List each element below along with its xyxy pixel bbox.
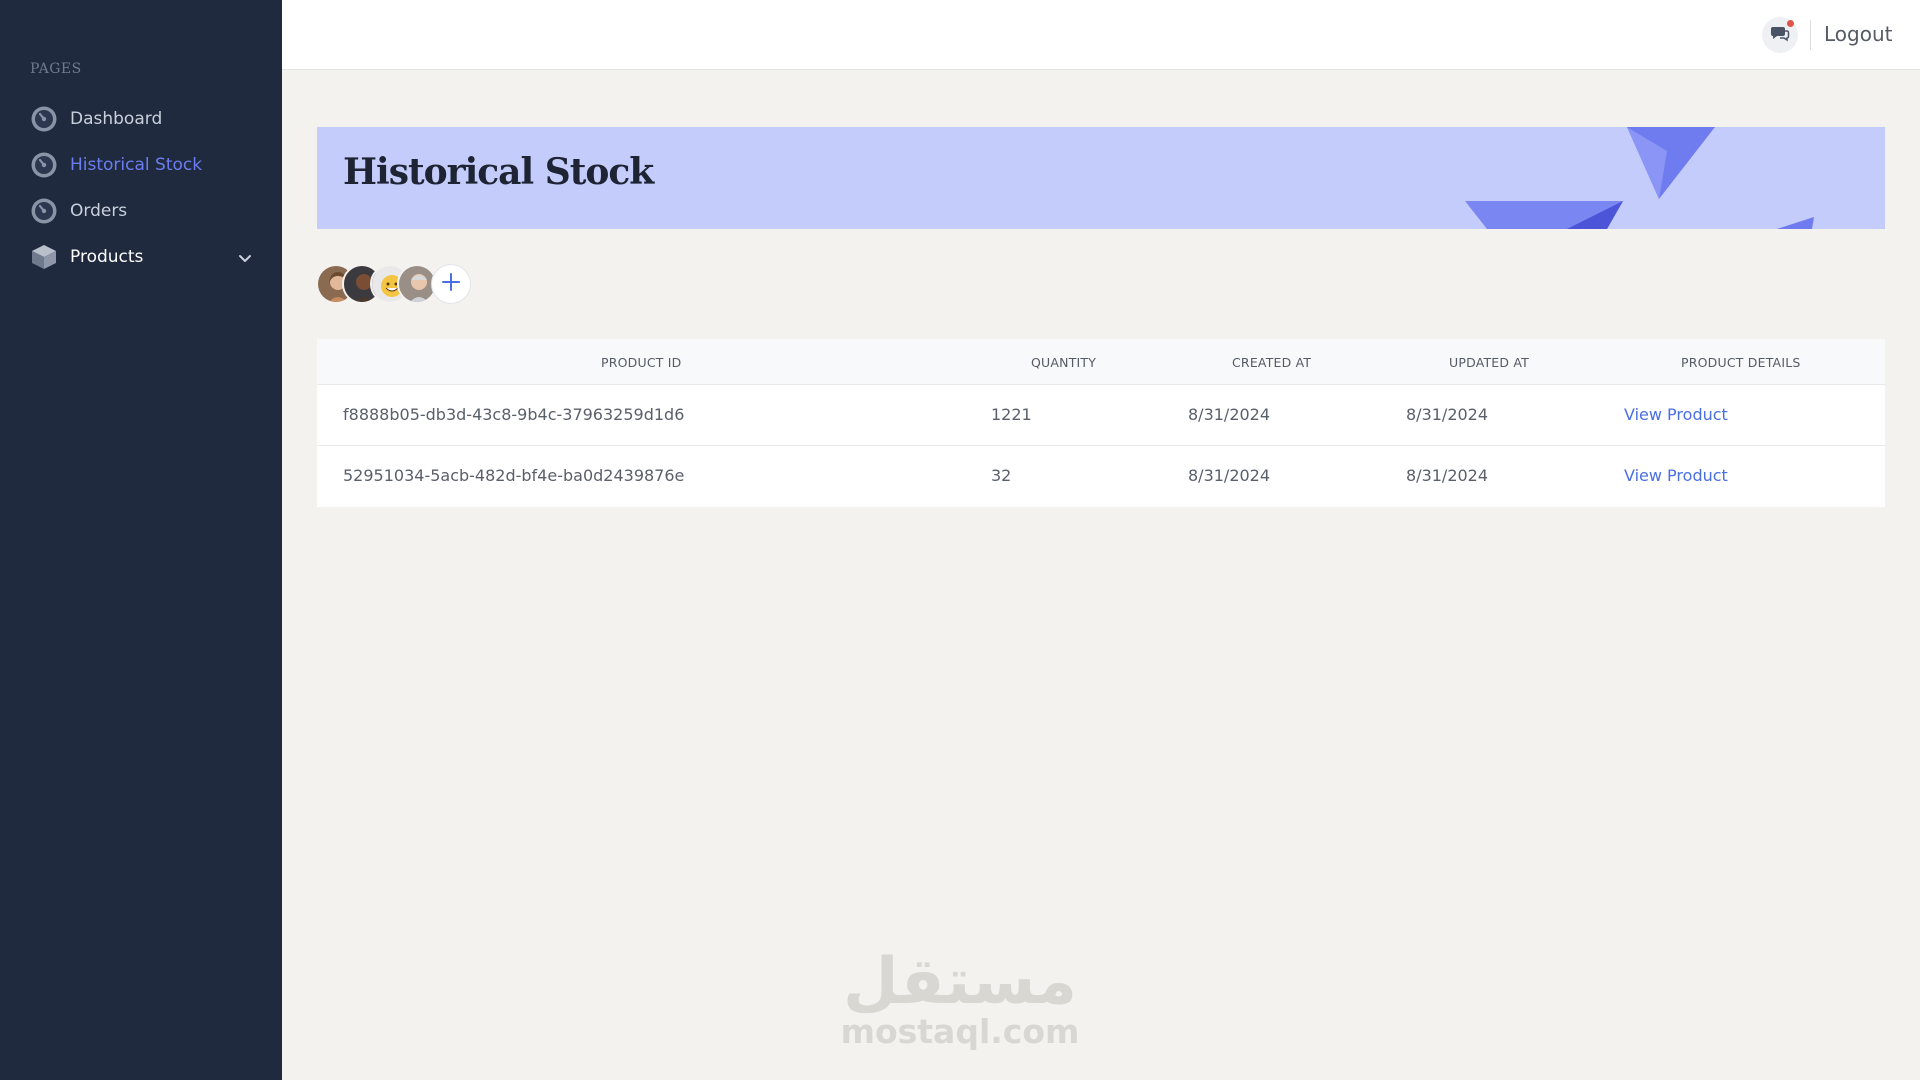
view-product-link[interactable]: View Product xyxy=(1624,466,1728,485)
cell-product-id: 52951034-5acb-482d-bf4e-ba0d2439876e xyxy=(343,466,685,485)
stock-table: PRODUCT ID QUANTITY CREATED AT UPDATED A… xyxy=(317,339,1885,507)
chat-button[interactable] xyxy=(1762,17,1798,53)
column-header-product-details[interactable]: PRODUCT DETAILS xyxy=(1681,355,1801,370)
cell-product-id: f8888b05-db3d-43c8-9b4c-37963259d1d6 xyxy=(343,405,685,424)
dashboard-icon xyxy=(30,105,58,133)
sidebar-item-products[interactable]: Products xyxy=(0,234,282,280)
plus-icon xyxy=(441,272,461,296)
chat-icon xyxy=(1770,23,1790,47)
sidebar-section-title: PAGES xyxy=(30,61,82,77)
cell-created-at: 8/31/2024 xyxy=(1188,405,1271,424)
cell-quantity: 32 xyxy=(991,466,1012,485)
column-header-created-at[interactable]: CREATED AT xyxy=(1232,355,1311,370)
sidebar-item-orders[interactable]: Orders xyxy=(0,188,282,234)
sidebar-item-historical-stock[interactable]: Historical Stock xyxy=(0,142,282,188)
page-banner: Historical Stock xyxy=(317,127,1885,229)
dashboard-icon xyxy=(30,197,58,225)
sidebar-nav: Dashboard Historical Stock Orders Produc… xyxy=(0,96,282,280)
cell-created-at: 8/31/2024 xyxy=(1188,466,1271,485)
watermark-latin: mostaql.com xyxy=(840,1012,1080,1051)
add-member-button[interactable] xyxy=(431,264,471,304)
column-header-quantity[interactable]: QUANTITY xyxy=(1031,355,1096,370)
sidebar-item-label: Historical Stock xyxy=(70,155,203,175)
dashboard-icon xyxy=(30,151,58,179)
logout-button[interactable]: Logout xyxy=(1824,22,1892,46)
page-title: Historical Stock xyxy=(343,151,654,193)
sidebar: PAGES Dashboard Historical Stock Orders … xyxy=(0,0,282,1080)
cube-icon xyxy=(30,243,58,271)
sidebar-item-label: Dashboard xyxy=(70,109,163,129)
sidebar-item-label: Orders xyxy=(70,201,128,221)
table-header: PRODUCT ID QUANTITY CREATED AT UPDATED A… xyxy=(317,339,1885,385)
view-product-link[interactable]: View Product xyxy=(1624,405,1728,424)
cell-updated-at: 8/31/2024 xyxy=(1406,466,1489,485)
cell-quantity: 1221 xyxy=(991,405,1032,424)
watermark: مستقل mostaql.com xyxy=(840,950,1080,1050)
table-row: f8888b05-db3d-43c8-9b4c-37963259d1d6 122… xyxy=(317,385,1885,446)
column-header-updated-at[interactable]: UPDATED AT xyxy=(1449,355,1529,370)
topbar: Logout xyxy=(282,0,1920,70)
sidebar-item-dashboard[interactable]: Dashboard xyxy=(0,96,282,142)
sidebar-item-label: Products xyxy=(70,247,144,267)
chevron-down-icon[interactable] xyxy=(238,250,252,264)
notification-dot xyxy=(1787,20,1794,27)
column-header-product-id[interactable]: PRODUCT ID xyxy=(601,355,682,370)
watermark-arabic: مستقل xyxy=(842,945,1078,1019)
table-row: 52951034-5acb-482d-bf4e-ba0d2439876e 32 … xyxy=(317,446,1885,507)
topbar-divider xyxy=(1810,20,1811,50)
cell-updated-at: 8/31/2024 xyxy=(1406,405,1489,424)
